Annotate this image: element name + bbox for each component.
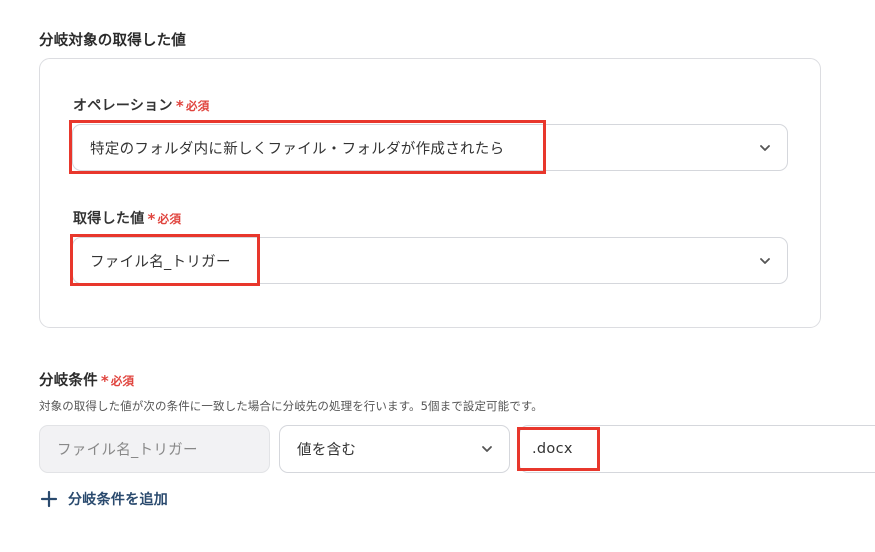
highlight-box-condition-value bbox=[517, 427, 600, 471]
acquired-value-required-badge: * 必須 bbox=[147, 210, 182, 228]
operation-label-text: オペレーション bbox=[73, 98, 173, 114]
branch-condition-required-badge: * 必須 bbox=[100, 372, 135, 390]
plus-icon bbox=[40, 490, 58, 508]
add-condition-label: 分岐条件を追加 bbox=[68, 492, 169, 508]
highlight-box-acquired-value bbox=[70, 234, 260, 286]
acquired-value-label: 取得した値 * 必須 bbox=[73, 208, 181, 228]
branch-condition-title-text: 分岐条件 bbox=[39, 373, 98, 389]
section-title-branch-target: 分岐対象の取得した値 bbox=[39, 33, 186, 49]
acquired-value-label-text: 取得した値 bbox=[73, 211, 145, 227]
operation-label: オペレーション * 必須 bbox=[73, 95, 210, 115]
condition-operator-value: 値を含む bbox=[297, 442, 357, 459]
add-condition-button[interactable]: 分岐条件を追加 bbox=[40, 489, 168, 509]
highlight-box-operation bbox=[69, 120, 546, 174]
condition-operator-select[interactable]: 値を含む bbox=[279, 425, 510, 473]
section-title-branch-condition: 分岐条件 * 必須 bbox=[39, 369, 134, 390]
chevron-down-icon bbox=[760, 257, 770, 264]
required-asterisk-icon: * bbox=[100, 372, 109, 390]
required-asterisk-icon: * bbox=[175, 97, 184, 115]
chevron-down-icon bbox=[760, 144, 770, 151]
chevron-down-icon bbox=[482, 446, 492, 452]
operation-required-badge: * 必須 bbox=[175, 97, 210, 115]
operation-required-text: 必須 bbox=[185, 99, 210, 113]
branch-condition-required-text: 必須 bbox=[110, 374, 135, 388]
condition-field-value: ファイル名_トリガー bbox=[57, 442, 198, 459]
condition-field-display: ファイル名_トリガー bbox=[39, 425, 270, 473]
branch-condition-helper-text: 対象の取得した値が次の条件に一致した場合に分岐先の処理を行います。5個まで設定可… bbox=[39, 399, 543, 413]
required-asterisk-icon: * bbox=[147, 210, 156, 228]
acquired-value-required-text: 必須 bbox=[157, 212, 182, 226]
